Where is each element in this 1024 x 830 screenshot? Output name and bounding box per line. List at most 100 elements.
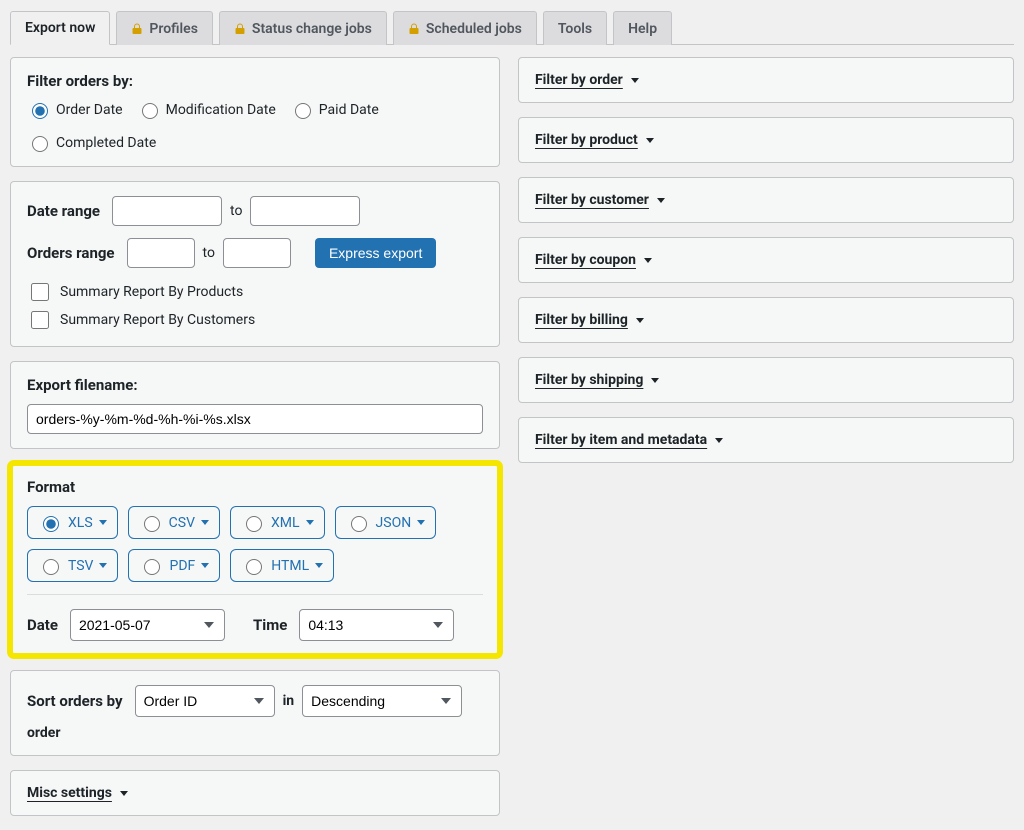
format-tsv[interactable]: TSV	[27, 549, 118, 582]
date-range-to-text: to	[230, 203, 242, 219]
tab-export-now[interactable]: Export now	[10, 11, 110, 45]
radio-paid-date[interactable]: Paid Date	[290, 100, 379, 119]
chevron-down-icon	[651, 378, 659, 383]
radio-completed-date-input[interactable]	[32, 136, 48, 152]
format-time-select[interactable]: 04:13	[299, 609, 454, 641]
tab-label: Tools	[558, 21, 592, 37]
orders-range-label: Orders range	[27, 244, 115, 262]
format-panel: Format XLS CSV XML	[10, 463, 500, 656]
filter-label: Filter by customer	[535, 192, 649, 208]
lock-icon	[234, 23, 246, 35]
lock-icon	[408, 23, 420, 35]
summary-products-checkbox[interactable]	[31, 283, 49, 301]
filter-by-billing-toggle[interactable]: Filter by billing	[535, 312, 997, 328]
chevron-down-icon	[120, 791, 128, 796]
format-json[interactable]: JSON	[335, 506, 437, 539]
tab-label: Help	[628, 21, 657, 37]
orders-range-to-text: to	[203, 245, 215, 261]
divider	[27, 594, 483, 595]
tab-label: Status change jobs	[252, 21, 372, 37]
format-pdf-radio[interactable]	[144, 559, 160, 575]
misc-settings-toggle[interactable]: Misc settings	[27, 785, 483, 801]
tab-label: Profiles	[149, 21, 197, 37]
radio-modification-date[interactable]: Modification Date	[137, 100, 276, 119]
format-label: XLS	[68, 515, 93, 531]
radio-label: Paid Date	[319, 102, 379, 118]
format-csv-radio[interactable]	[144, 516, 160, 532]
tab-tools[interactable]: Tools	[543, 11, 607, 45]
format-label: PDF	[169, 558, 195, 574]
format-label: XML	[271, 515, 300, 531]
format-xls-radio[interactable]	[43, 516, 59, 532]
radio-order-date-input[interactable]	[32, 103, 48, 119]
tab-scheduled-jobs[interactable]: Scheduled jobs	[393, 11, 537, 45]
filter-label: Filter by shipping	[535, 372, 643, 388]
format-xml[interactable]: XML	[230, 506, 325, 539]
filename-label: Export filename:	[27, 376, 483, 394]
filter-by-item-meta-toggle[interactable]: Filter by item and metadata	[535, 432, 997, 448]
chevron-down-icon	[715, 438, 723, 443]
filter-by-shipping-panel: Filter by shipping	[518, 357, 1014, 403]
filter-by-shipping-toggle[interactable]: Filter by shipping	[535, 372, 997, 388]
filter-label: Filter by order	[535, 72, 623, 88]
orders-range-from-input[interactable]	[127, 238, 195, 268]
chevron-down-icon	[636, 318, 644, 323]
format-label: JSON	[376, 515, 412, 531]
filename-input[interactable]	[27, 404, 483, 434]
chevron-down-icon	[99, 563, 107, 568]
tab-profiles[interactable]: Profiles	[116, 11, 212, 45]
filter-by-item-meta-panel: Filter by item and metadata	[518, 417, 1014, 463]
filter-label: Filter by item and metadata	[535, 432, 707, 448]
sort-panel: Sort orders by Order ID in Descending or…	[10, 670, 500, 756]
filter-by-coupon-toggle[interactable]: Filter by coupon	[535, 252, 997, 268]
summary-customers-checkbox[interactable]	[31, 311, 49, 329]
format-date-label: Date	[27, 616, 58, 634]
chevron-down-icon	[417, 520, 425, 525]
filter-by-customer-panel: Filter by customer	[518, 177, 1014, 223]
filter-by-customer-toggle[interactable]: Filter by customer	[535, 192, 997, 208]
main-tabs: Export now Profiles Status change jobs S…	[10, 10, 1014, 45]
format-json-radio[interactable]	[351, 516, 367, 532]
format-csv[interactable]: CSV	[128, 506, 220, 539]
format-time-label: Time	[253, 616, 287, 634]
format-label: CSV	[169, 515, 195, 531]
tab-help[interactable]: Help	[613, 11, 672, 45]
summary-customers-label: Summary Report By Customers	[60, 312, 255, 328]
radio-label: Order Date	[56, 102, 123, 118]
filter-label: Filter by product	[535, 132, 638, 148]
format-date-select[interactable]: 2021-05-07	[70, 609, 225, 641]
orders-range-to-input[interactable]	[223, 238, 291, 268]
radio-completed-date[interactable]: Completed Date	[27, 133, 156, 152]
tab-status-change-jobs[interactable]: Status change jobs	[219, 11, 387, 45]
format-pdf[interactable]: PDF	[128, 549, 220, 582]
format-html[interactable]: HTML	[230, 549, 334, 582]
filter-orders-panel: Filter orders by: Order Date Modificatio…	[10, 57, 500, 167]
filter-by-order-panel: Filter by order	[518, 57, 1014, 103]
format-xml-radio[interactable]	[246, 516, 262, 532]
filter-by-product-toggle[interactable]: Filter by product	[535, 132, 997, 148]
format-html-radio[interactable]	[246, 559, 262, 575]
filter-by-billing-panel: Filter by billing	[518, 297, 1014, 343]
sort-by-select[interactable]: Order ID	[135, 685, 275, 717]
format-tsv-radio[interactable]	[43, 559, 59, 575]
filename-panel: Export filename:	[10, 361, 500, 449]
chevron-down-icon	[306, 520, 314, 525]
express-export-button[interactable]: Express export	[315, 238, 436, 268]
chevron-down-icon	[646, 138, 654, 143]
sort-order-select[interactable]: Descending	[302, 685, 462, 717]
filter-orders-title: Filter orders by:	[27, 72, 483, 90]
tab-label: Export now	[25, 20, 95, 36]
range-panel: Date range to Orders range to Express ex…	[10, 181, 500, 347]
radio-paid-date-input[interactable]	[295, 103, 311, 119]
sort-label: Sort orders by	[27, 692, 123, 710]
chevron-down-icon	[201, 520, 209, 525]
filter-by-order-toggle[interactable]: Filter by order	[535, 72, 997, 88]
radio-order-date[interactable]: Order Date	[27, 100, 123, 119]
radio-modification-date-input[interactable]	[142, 103, 158, 119]
date-range-to-input[interactable]	[250, 196, 360, 226]
chevron-down-icon	[201, 563, 209, 568]
format-xls[interactable]: XLS	[27, 506, 118, 539]
date-range-from-input[interactable]	[112, 196, 222, 226]
summary-products-label: Summary Report By Products	[60, 284, 243, 300]
chevron-down-icon	[657, 198, 665, 203]
